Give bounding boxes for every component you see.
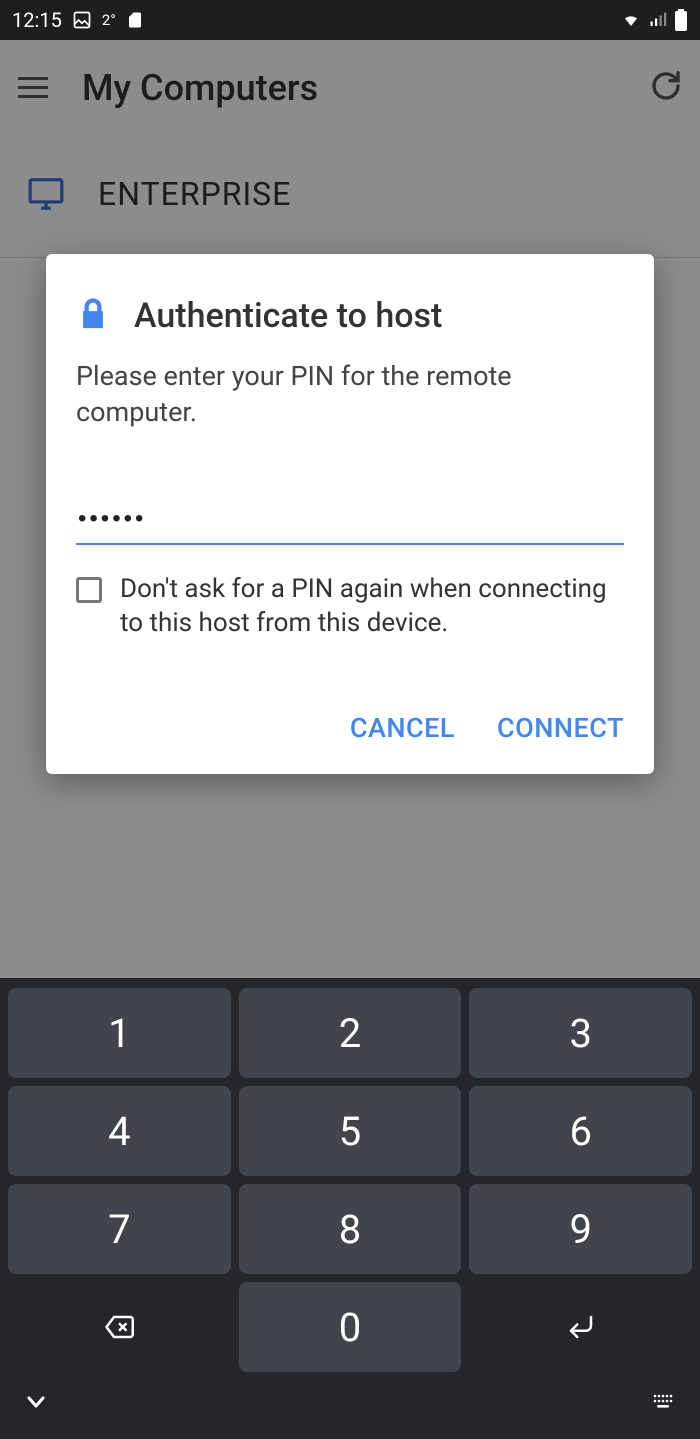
remember-checkbox[interactable]: [76, 577, 102, 603]
key-7[interactable]: 7: [8, 1184, 231, 1274]
auth-dialog: Authenticate to host Please enter your P…: [46, 254, 654, 774]
cancel-button[interactable]: CANCEL: [350, 712, 455, 744]
remember-label: Don't ask for a PIN again when connectin…: [120, 573, 624, 641]
keyboard-switch-button[interactable]: [646, 1390, 680, 1418]
wifi-icon: [620, 11, 642, 29]
connect-button[interactable]: CONNECT: [497, 712, 624, 744]
key-1[interactable]: 1: [8, 988, 231, 1078]
dialog-message: Please enter your PIN for the remote com…: [76, 358, 624, 431]
key-6[interactable]: 6: [469, 1086, 692, 1176]
signal-icon: [648, 11, 668, 29]
lock-icon: [76, 294, 110, 338]
status-temp: 2°: [102, 11, 116, 29]
key-3[interactable]: 3: [469, 988, 692, 1078]
key-5[interactable]: 5: [239, 1086, 462, 1176]
key-2[interactable]: 2: [239, 988, 462, 1078]
numeric-keyboard: 1 2 3 4 5 6 7 8 9 0: [0, 978, 700, 1439]
sd-card-icon: [126, 10, 144, 30]
key-8[interactable]: 8: [239, 1184, 462, 1274]
image-icon: [72, 10, 92, 30]
key-enter[interactable]: [469, 1282, 692, 1372]
key-0[interactable]: 0: [239, 1282, 462, 1372]
battery-icon: [674, 9, 688, 31]
collapse-keyboard-button[interactable]: [20, 1390, 52, 1418]
dialog-title: Authenticate to host: [134, 296, 442, 336]
status-bar: 12:15 2°: [0, 0, 700, 40]
key-backspace[interactable]: [8, 1282, 231, 1372]
key-4[interactable]: 4: [8, 1086, 231, 1176]
status-time: 12:15: [12, 8, 62, 32]
key-9[interactable]: 9: [469, 1184, 692, 1274]
pin-input[interactable]: [76, 499, 624, 545]
